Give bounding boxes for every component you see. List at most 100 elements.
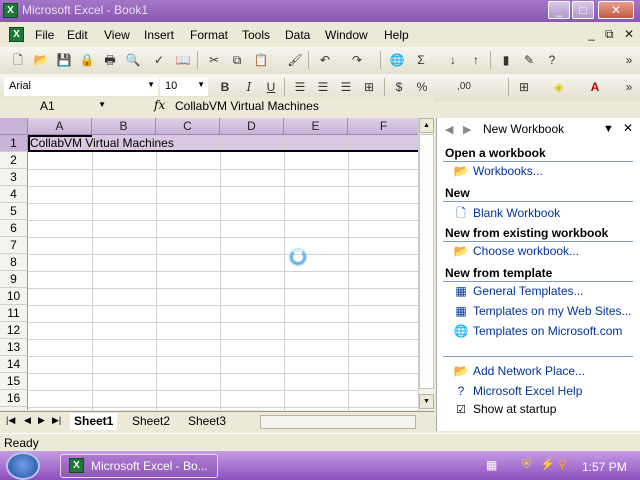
row-header-1[interactable]: 1	[0, 135, 28, 152]
align-left-icon[interactable]: ☰	[291, 78, 309, 96]
font-name-combo[interactable]: Arial ▼	[4, 77, 158, 96]
column-header-a[interactable]: A	[28, 118, 92, 135]
row-header-16[interactable]: 16	[0, 390, 28, 407]
row-header-2[interactable]: 2	[0, 152, 28, 169]
undo-icon[interactable]: ↶	[316, 51, 334, 69]
align-right-icon[interactable]: ☰	[337, 78, 355, 96]
merge-center-icon[interactable]: ⊞	[360, 78, 378, 96]
italic-button[interactable]: I	[240, 78, 258, 96]
print-preview-icon[interactable]: 🔍	[124, 51, 142, 69]
column-header-e[interactable]: E	[284, 118, 348, 135]
row-header-15[interactable]: 15	[0, 373, 28, 390]
link-add-network-place[interactable]: 📂 Add Network Place...	[453, 364, 586, 378]
hyperlink-icon[interactable]: 🌐	[388, 51, 406, 69]
insert-function-icon[interactable]: fx	[154, 98, 165, 112]
formula-input[interactable]: CollabVM Virtual Machines	[175, 99, 319, 113]
chart-wizard-icon[interactable]: ▮	[497, 51, 515, 69]
row-header-10[interactable]: 10	[0, 288, 28, 305]
menu-tools[interactable]: Tools	[242, 28, 270, 42]
row-header-12[interactable]: 12	[0, 322, 28, 339]
document-icon[interactable]: X	[9, 27, 24, 42]
link-choose-workbook[interactable]: 📂 Choose workbook...	[453, 244, 580, 258]
font-color-icon[interactable]: A	[586, 78, 604, 96]
new-icon[interactable]: 🗋	[9, 51, 27, 69]
print-icon[interactable]: 🖶	[101, 51, 119, 69]
row-header-11[interactable]: 11	[0, 305, 28, 322]
column-header-b[interactable]: B	[92, 118, 156, 135]
menu-format[interactable]: Format	[190, 28, 228, 42]
column-header-d[interactable]: D	[220, 118, 284, 135]
toolbar-options-icon[interactable]: »	[620, 78, 638, 96]
fill-color-icon[interactable]: ◈	[550, 78, 568, 96]
tab-sheet1[interactable]: Sheet1	[70, 413, 118, 430]
bold-button[interactable]: B	[216, 78, 234, 96]
doc-minimize-button[interactable]: _	[588, 27, 595, 41]
menu-help[interactable]: Help	[384, 28, 409, 42]
menu-file[interactable]: File	[35, 28, 54, 42]
autosum-icon[interactable]: Σ	[412, 51, 430, 69]
name-box[interactable]: A1 ▼	[2, 98, 110, 116]
link-microsoft-templates[interactable]: 🌐 Templates on Microsoft.com	[453, 324, 623, 338]
drawing-icon[interactable]: ✎	[520, 51, 538, 69]
taskbar-excel-button[interactable]: X Microsoft Excel - Bo...	[60, 454, 218, 478]
link-excel-help[interactable]: ? Microsoft Excel Help	[453, 384, 583, 398]
select-all-button[interactable]	[0, 118, 28, 135]
scrollbar-thumb[interactable]	[419, 134, 434, 389]
menu-insert[interactable]: Insert	[144, 28, 174, 42]
scroll-down-icon[interactable]: ▼	[419, 394, 434, 409]
spelling-icon[interactable]: ✓	[150, 51, 168, 69]
search-icon[interactable]: ⚲	[558, 457, 567, 471]
tab-sheet3[interactable]: Sheet3	[184, 413, 230, 430]
row-header-6[interactable]: 6	[0, 220, 28, 237]
increase-decimal-button[interactable]: ,00	[455, 78, 473, 96]
research-icon[interactable]: 📖	[174, 51, 192, 69]
row-header-9[interactable]: 9	[0, 271, 28, 288]
redo-icon[interactable]: ↷	[348, 51, 366, 69]
row-header-3[interactable]: 3	[0, 169, 28, 186]
percent-button[interactable]: %	[413, 78, 431, 96]
row-header-13[interactable]: 13	[0, 339, 28, 356]
column-header-f[interactable]: F	[348, 118, 420, 135]
worksheet-grid[interactable]: A B C D E F 1 2 3 4 5 6 7 8 9 10 11 12 1…	[0, 118, 432, 410]
link-general-templates[interactable]: ▦ General Templates...	[453, 284, 583, 298]
column-header-c[interactable]: C	[156, 118, 220, 135]
tab-sheet2[interactable]: Sheet2	[128, 413, 174, 430]
close-button[interactable]: ✕	[598, 1, 634, 19]
menu-window[interactable]: Window	[325, 28, 368, 42]
start-button[interactable]	[6, 452, 40, 480]
task-pane-menu-icon[interactable]: ▼	[603, 123, 614, 135]
keyboard-icon[interactable]: ▦	[486, 458, 497, 472]
excel-app-icon[interactable]: X	[3, 3, 18, 18]
task-pane-close-icon[interactable]: ✕	[623, 121, 633, 135]
doc-restore-button[interactable]: ⧉	[605, 27, 614, 42]
next-sheet-icon[interactable]: ▶	[38, 415, 45, 426]
menu-edit[interactable]: Edit	[67, 28, 88, 42]
menu-view[interactable]: View	[104, 28, 130, 42]
show-at-startup-checkbox[interactable]: ☑	[453, 403, 469, 416]
borders-icon[interactable]: ⊞	[515, 78, 533, 96]
link-workbooks[interactable]: 📂 Workbooks...	[453, 164, 543, 178]
permission-icon[interactable]: 🔒	[78, 51, 96, 69]
save-icon[interactable]: 💾	[55, 51, 73, 69]
minimize-button[interactable]: _	[548, 1, 570, 19]
currency-button[interactable]: $	[390, 78, 408, 96]
prev-sheet-icon[interactable]: ◀	[24, 415, 31, 426]
font-size-combo[interactable]: 10 ▼	[160, 77, 208, 96]
row-header-17[interactable]: 17	[0, 407, 28, 410]
first-sheet-icon[interactable]: |◀	[6, 415, 15, 426]
horizontal-scrollbar[interactable]	[260, 415, 416, 429]
last-sheet-icon[interactable]: ▶|	[52, 415, 61, 426]
network-icon[interactable]: ⚡	[540, 457, 555, 471]
underline-button[interactable]: U	[262, 78, 280, 96]
toolbar-options-icon[interactable]: »	[620, 51, 638, 69]
link-web-templates[interactable]: ▦ Templates on my Web Sites...	[453, 304, 631, 318]
row-header-4[interactable]: 4	[0, 186, 28, 203]
row-header-8[interactable]: 8	[0, 254, 28, 271]
menu-data[interactable]: Data	[285, 28, 310, 42]
help-icon[interactable]: ?	[543, 51, 561, 69]
copy-icon[interactable]: ⧉	[228, 51, 246, 69]
back-icon[interactable]: ◀	[445, 123, 453, 136]
link-blank-workbook[interactable]: 🗋 Blank Workbook	[453, 204, 560, 225]
forward-icon[interactable]: ▶	[463, 123, 471, 136]
doc-close-button[interactable]: ✕	[624, 27, 634, 41]
